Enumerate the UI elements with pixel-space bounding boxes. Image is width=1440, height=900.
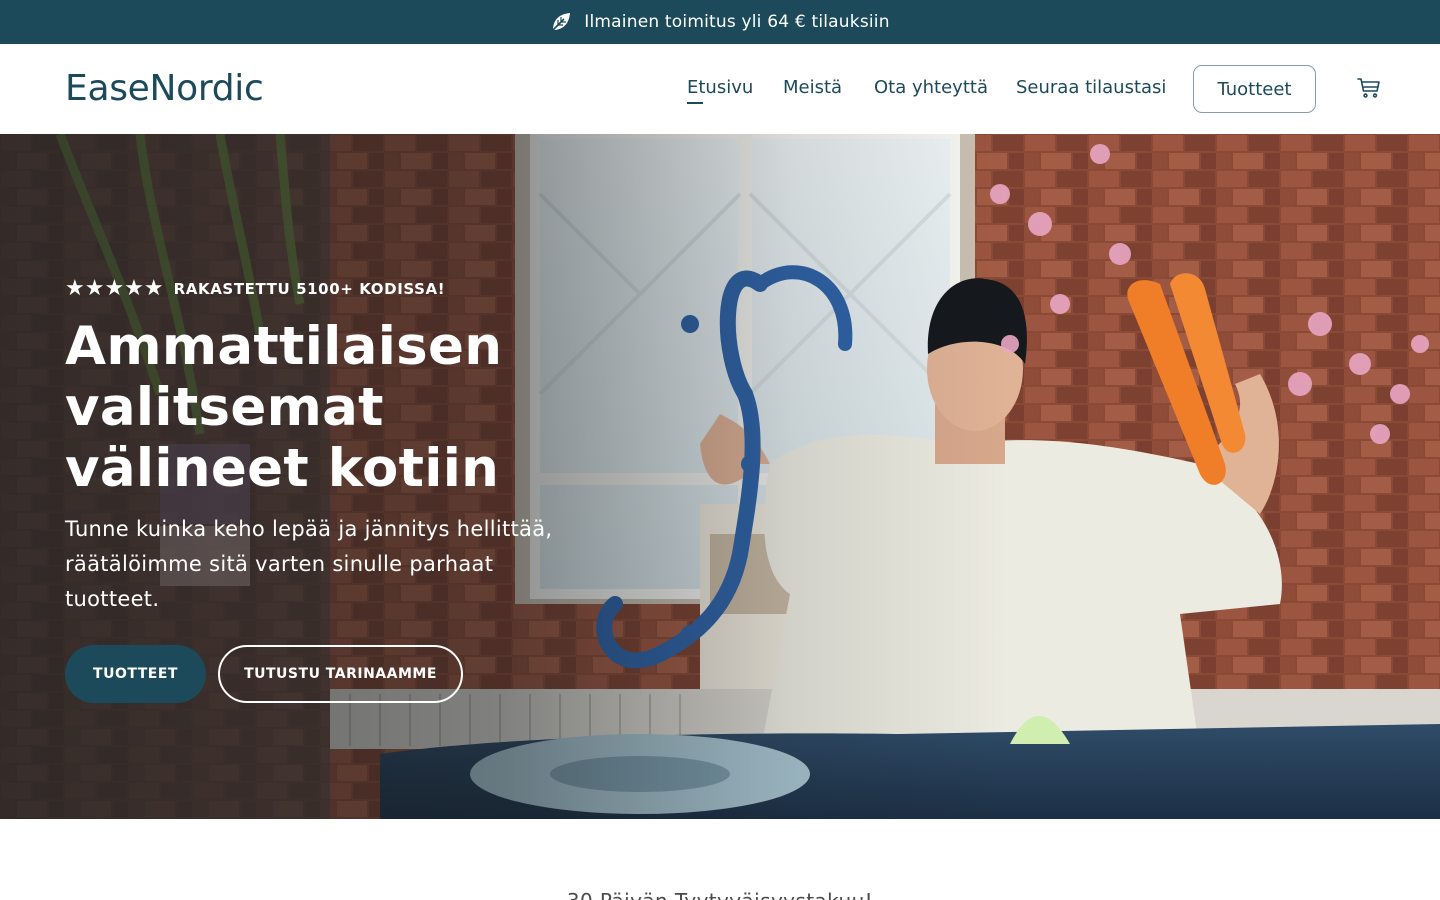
announcement-text: Ilmainen toimitus yli 64 € tilauksiin: [584, 12, 890, 32]
nav-link-about[interactable]: Meistä: [783, 77, 842, 98]
guarantee-text: 30 Päivän Tyytyväisyystakuu!: [0, 889, 1440, 900]
hero-headline: Ammattilaisen valitsemat välineet kotiin: [65, 316, 503, 499]
rating-badge: ★★★★★ RAKASTETTU 5100+ KODISSA!: [65, 276, 445, 301]
logo[interactable]: EaseNordic: [65, 68, 264, 109]
announcement-bar: Ilmainen toimitus yli 64 € tilauksiin: [0, 0, 1440, 44]
nav-link-track-order[interactable]: Seuraa tilaustasi: [1016, 77, 1166, 98]
products-button[interactable]: TUOTTEET: [65, 645, 206, 703]
nav-link-contact[interactable]: Ota yhteyttä: [874, 77, 988, 98]
rating-text: RAKASTETTU 5100+ KODISSA!: [173, 279, 446, 298]
star-rating-icons: ★★★★★: [65, 276, 164, 301]
cart-icon[interactable]: [1356, 75, 1382, 101]
hero-section: ★★★★★ RAKASTETTU 5100+ KODISSA! Ammattil…: [0, 134, 1440, 819]
leaf-icon: [550, 11, 572, 33]
below-hero-section: 30 Päivän Tyytyväisyystakuu!: [0, 819, 1440, 900]
nav-link-home[interactable]: Etusivu: [687, 77, 753, 104]
our-story-button[interactable]: TUTUSTU TARINAAMME: [218, 645, 463, 703]
products-nav-button[interactable]: Tuotteet: [1193, 65, 1316, 113]
site-header: EaseNordic Etusivu Meistä Ota yhteyttä S…: [0, 44, 1440, 134]
hero-subtext: Tunne kuinka keho lepää ja jännitys hell…: [65, 517, 553, 611]
